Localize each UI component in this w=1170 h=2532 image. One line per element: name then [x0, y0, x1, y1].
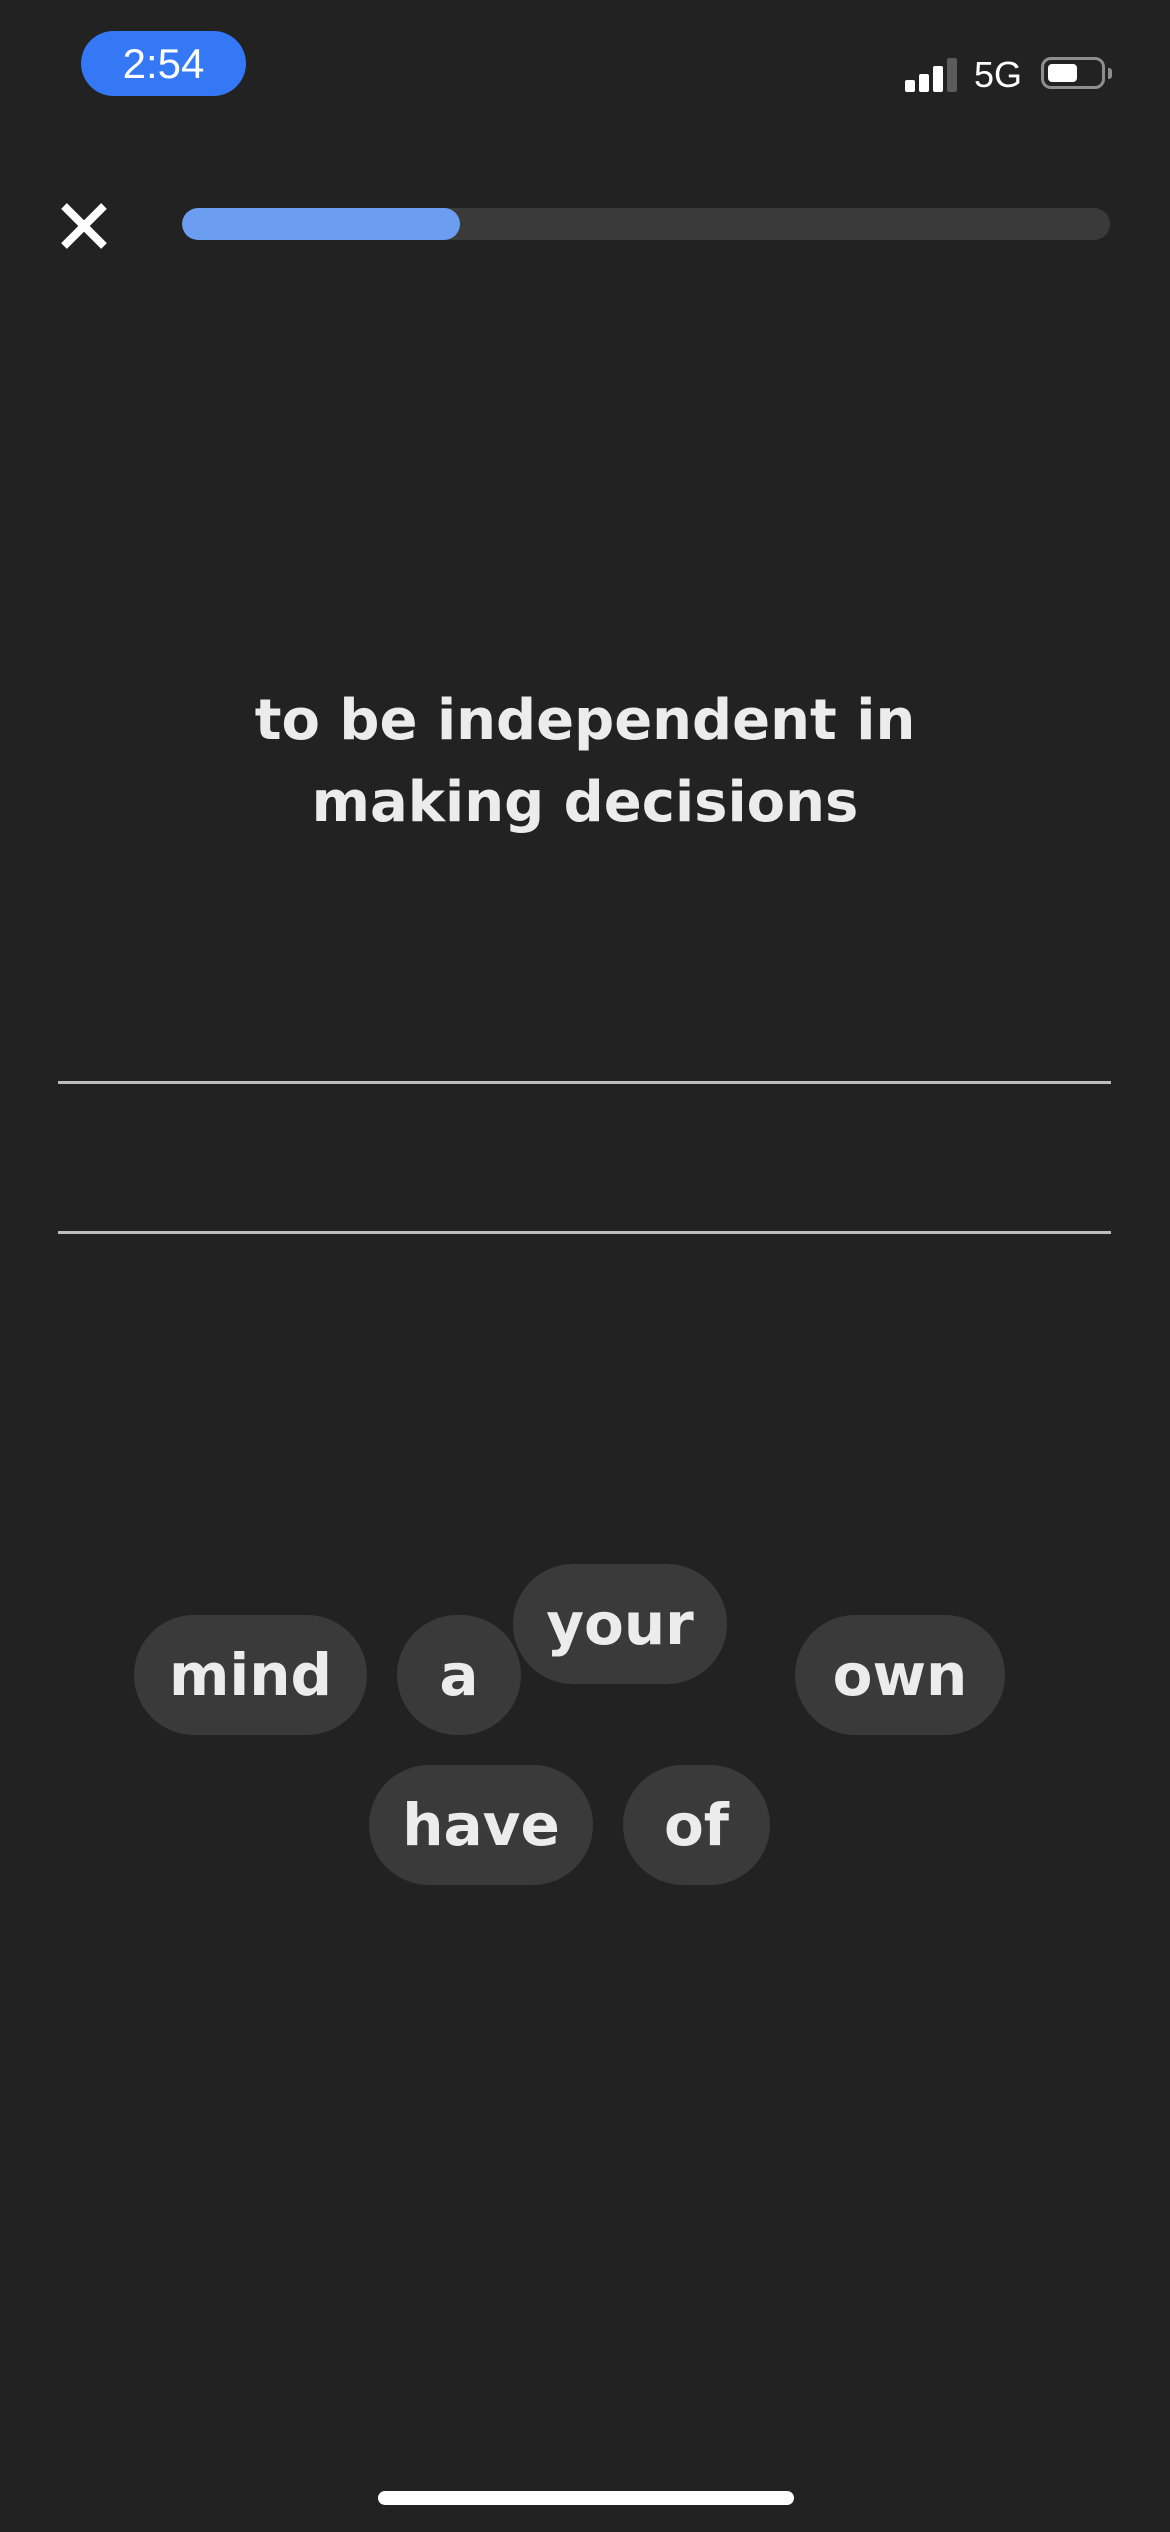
close-button[interactable] — [52, 194, 116, 258]
battery-icon — [1041, 57, 1105, 89]
signal-strength-icon — [905, 56, 959, 92]
prompt-line-1: to be independent in — [254, 688, 916, 753]
lesson-progress-bar — [182, 208, 1110, 240]
definition-prompt: to be independent in making decisions — [100, 680, 1070, 844]
word-chip-of[interactable]: of — [623, 1765, 770, 1885]
network-type: 5G — [974, 54, 1023, 95]
word-chip-have[interactable]: have — [369, 1765, 593, 1885]
lesson-progress-fill — [182, 208, 461, 240]
word-chip-a[interactable]: a — [397, 1615, 521, 1735]
word-chip-own[interactable]: own — [795, 1615, 1005, 1735]
close-x-icon — [61, 203, 107, 249]
status-time: 2:54 — [81, 31, 246, 96]
battery-level — [1048, 64, 1077, 82]
word-chip-your[interactable]: your — [513, 1564, 727, 1684]
answer-line-1[interactable] — [58, 1081, 1111, 1084]
prompt-line-2: making decisions — [311, 770, 859, 835]
home-indicator[interactable] — [378, 2491, 794, 2505]
battery-tip — [1108, 68, 1112, 79]
answer-line-2[interactable] — [58, 1231, 1111, 1234]
word-chip-mind[interactable]: mind — [134, 1615, 367, 1735]
